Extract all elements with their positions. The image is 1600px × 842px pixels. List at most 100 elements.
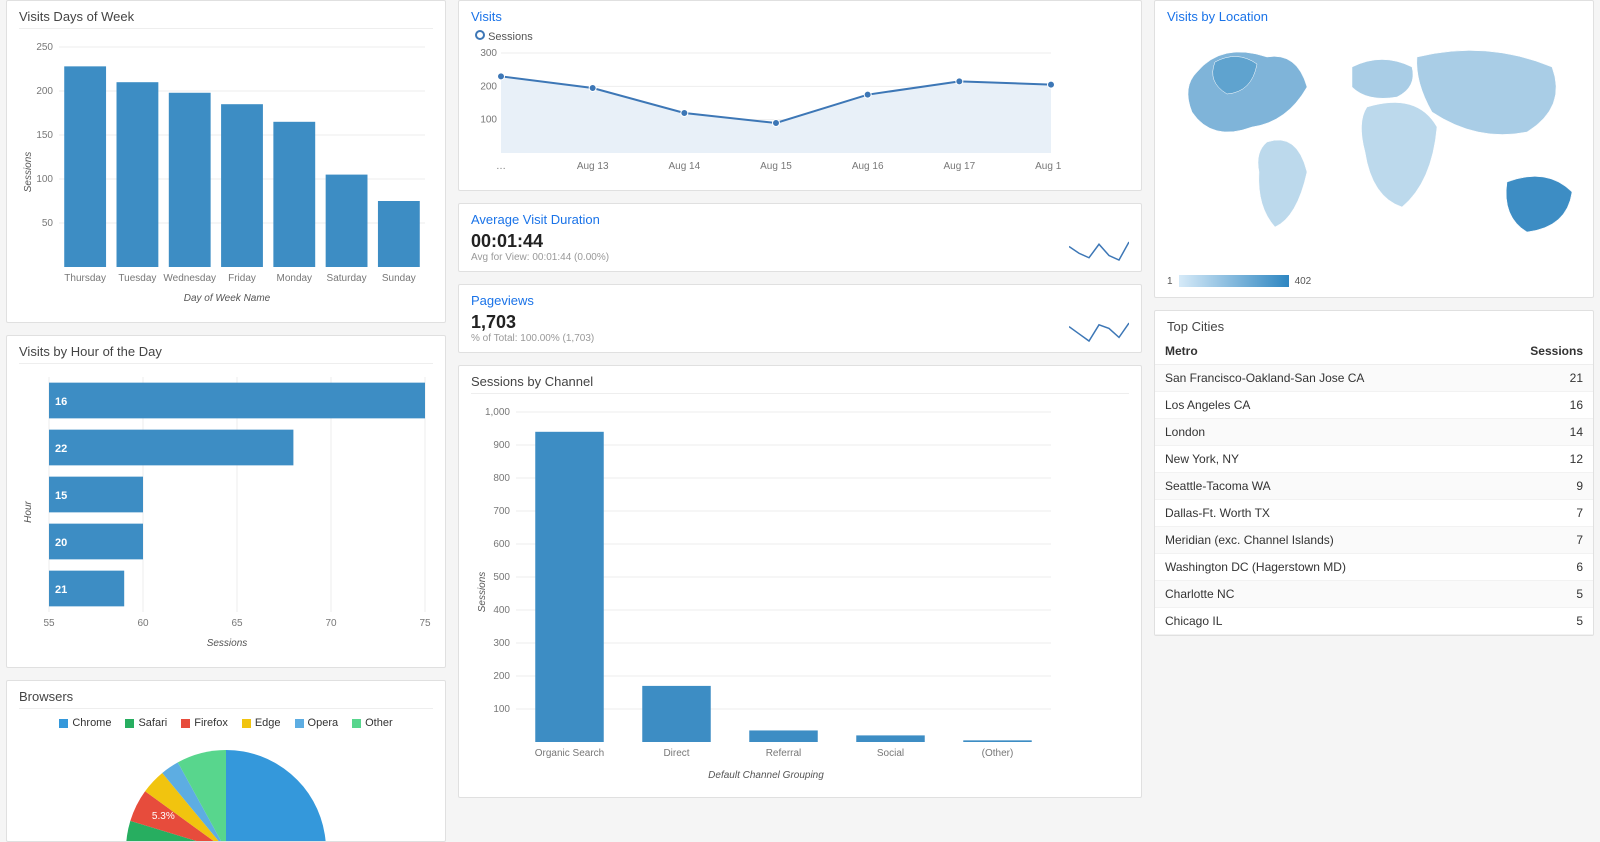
svg-text:200: 200 (480, 81, 497, 92)
svg-text:(Other): (Other) (982, 748, 1014, 759)
svg-text:1,000: 1,000 (485, 407, 510, 418)
svg-text:900: 900 (493, 440, 510, 451)
panel-title: Visits Days of Week (7, 1, 445, 28)
panel-title: Visits (459, 1, 1141, 28)
svg-text:Direct: Direct (663, 748, 689, 759)
svg-text:100: 100 (493, 704, 510, 715)
svg-text:65: 65 (231, 618, 243, 629)
cell-metro: New York, NY (1155, 446, 1484, 473)
cell-sessions: 5 (1484, 608, 1593, 635)
panel-title: Visits by Hour of the Day (7, 336, 445, 363)
pv-value: 1,703 (459, 312, 1141, 333)
channel-bar-chart: 1002003004005006007008009001,000Organic … (471, 402, 1061, 782)
visits-legend: Sessions (475, 30, 1129, 43)
panel-visits-days-of-week: Visits Days of Week 50100150200250Thursd… (6, 0, 446, 323)
cell-metro: Chicago IL (1155, 608, 1484, 635)
svg-text:100: 100 (480, 115, 497, 126)
panel-top-cities: Top Cities Metro Sessions San Francisco-… (1154, 310, 1594, 636)
svg-text:700: 700 (493, 506, 510, 517)
map-legend-min: 1 (1167, 276, 1173, 287)
panel-title: Visits by Location (1155, 1, 1593, 28)
legend-item: Chrome (59, 717, 111, 729)
legend-label: Sessions (488, 31, 533, 43)
panel-avg-visit-duration: Average Visit Duration 00:01:44 Avg for … (458, 203, 1142, 272)
world-map (1167, 32, 1583, 262)
panel-sessions-by-channel: Sessions by Channel 100 200 300 400 500 600 70… (458, 365, 1142, 798)
svg-text:50: 50 (42, 218, 54, 229)
col-sessions: Sessions (1484, 338, 1593, 365)
cell-sessions: 21 (1484, 365, 1593, 392)
panel-title: Top Cities (1155, 311, 1593, 338)
cell-metro: Dallas-Ft. Worth TX (1155, 500, 1484, 527)
svg-text:75: 75 (419, 618, 431, 629)
panel-title: Average Visit Duration (459, 204, 1141, 231)
svg-text:400: 400 (493, 605, 510, 616)
panel-title: Browsers (7, 681, 445, 708)
map-legend: 1 402 (1155, 271, 1593, 297)
svg-text:Sessions: Sessions (477, 572, 488, 613)
svg-text:300: 300 (493, 638, 510, 649)
svg-text:Aug 13: Aug 13 (577, 161, 609, 172)
visits-line-chart: 100 200 300 … Aug 13 Aug 14 Aug 15 Aug 16 Aug 17… (471, 45, 1061, 175)
table-row: Charlotte NC5 (1155, 581, 1593, 608)
pv-sparkline (1069, 320, 1129, 344)
svg-text:800: 800 (493, 473, 510, 484)
svg-text:Sessions: Sessions (23, 152, 34, 193)
panel-pageviews: Pageviews 1,703 % of Total: 100.00% (1,7… (458, 284, 1142, 353)
cell-metro: Washington DC (Hagerstown MD) (1155, 554, 1484, 581)
svg-text:150: 150 (36, 130, 53, 141)
cell-metro: Los Angeles CA (1155, 392, 1484, 419)
cell-sessions: 12 (1484, 446, 1593, 473)
top-cities-table: Metro Sessions San Francisco-Oakland-San… (1155, 338, 1593, 635)
svg-text:Hour: Hour (23, 500, 34, 522)
svg-text:22: 22 (55, 443, 67, 455)
svg-text:Friday: Friday (228, 273, 256, 284)
panel-visits-by-hour: Visits by Hour of the Day 55606570751622… (6, 335, 446, 668)
map-legend-max: 402 (1295, 276, 1312, 287)
svg-text:5.3%: 5.3% (152, 811, 175, 822)
svg-text:Aug 16: Aug 16 (852, 161, 884, 172)
svg-text:…: … (496, 161, 506, 172)
svg-text:Aug 14: Aug 14 (668, 161, 700, 172)
legend-item: Firefox (181, 717, 228, 729)
svg-text:Monday: Monday (276, 273, 312, 284)
svg-text:100: 100 (36, 174, 53, 185)
panel-title: Pageviews (459, 285, 1141, 312)
svg-text:55: 55 (43, 618, 55, 629)
svg-text:Aug 17: Aug 17 (943, 161, 975, 172)
svg-text:Aug 18: Aug 18 (1035, 161, 1061, 172)
svg-text:200: 200 (493, 671, 510, 682)
svg-text:Referral: Referral (766, 748, 802, 759)
svg-text:500: 500 (493, 572, 510, 583)
legend-item: Edge (242, 717, 281, 729)
pv-sub: % of Total: 100.00% (1,703) (459, 333, 1141, 352)
svg-text:200: 200 (36, 86, 53, 97)
cell-metro: Charlotte NC (1155, 581, 1484, 608)
legend-item: Opera (295, 717, 339, 729)
svg-text:Aug 15: Aug 15 (760, 161, 792, 172)
svg-text:Thursday: Thursday (64, 273, 106, 284)
table-row: Dallas-Ft. Worth TX7 (1155, 500, 1593, 527)
table-row: Meridian (exc. Channel Islands)7 (1155, 527, 1593, 554)
col-metro: Metro (1155, 338, 1484, 365)
avd-sub: Avg for View: 00:01:44 (0.00%) (459, 252, 1141, 271)
cell-metro: London (1155, 419, 1484, 446)
avd-sparkline (1069, 239, 1129, 263)
cell-sessions: 9 (1484, 473, 1593, 500)
browsers-pie-chart: 12.2%5.3% (86, 735, 366, 842)
svg-text:70: 70 (325, 618, 337, 629)
table-row: Washington DC (Hagerstown MD)6 (1155, 554, 1593, 581)
panel-visits-by-location: Visits by Location 1 402 (1154, 0, 1594, 298)
cell-sessions: 7 (1484, 527, 1593, 554)
table-row: Chicago IL5 (1155, 608, 1593, 635)
panel-title: Sessions by Channel (459, 366, 1141, 393)
svg-text:600: 600 (493, 539, 510, 550)
browsers-legend: ChromeSafariFirefoxEdgeOperaOther (7, 713, 445, 735)
table-row: London14 (1155, 419, 1593, 446)
dow-bar-chart: 50100150200250ThursdayTuesdayWednesdayFr… (19, 37, 435, 307)
svg-text:Saturday: Saturday (327, 273, 367, 284)
legend-item: Other (352, 717, 393, 729)
panel-browsers: Browsers ChromeSafariFirefoxEdgeOperaOth… (6, 680, 446, 842)
svg-text:300: 300 (480, 48, 497, 59)
svg-text:16: 16 (55, 396, 67, 408)
